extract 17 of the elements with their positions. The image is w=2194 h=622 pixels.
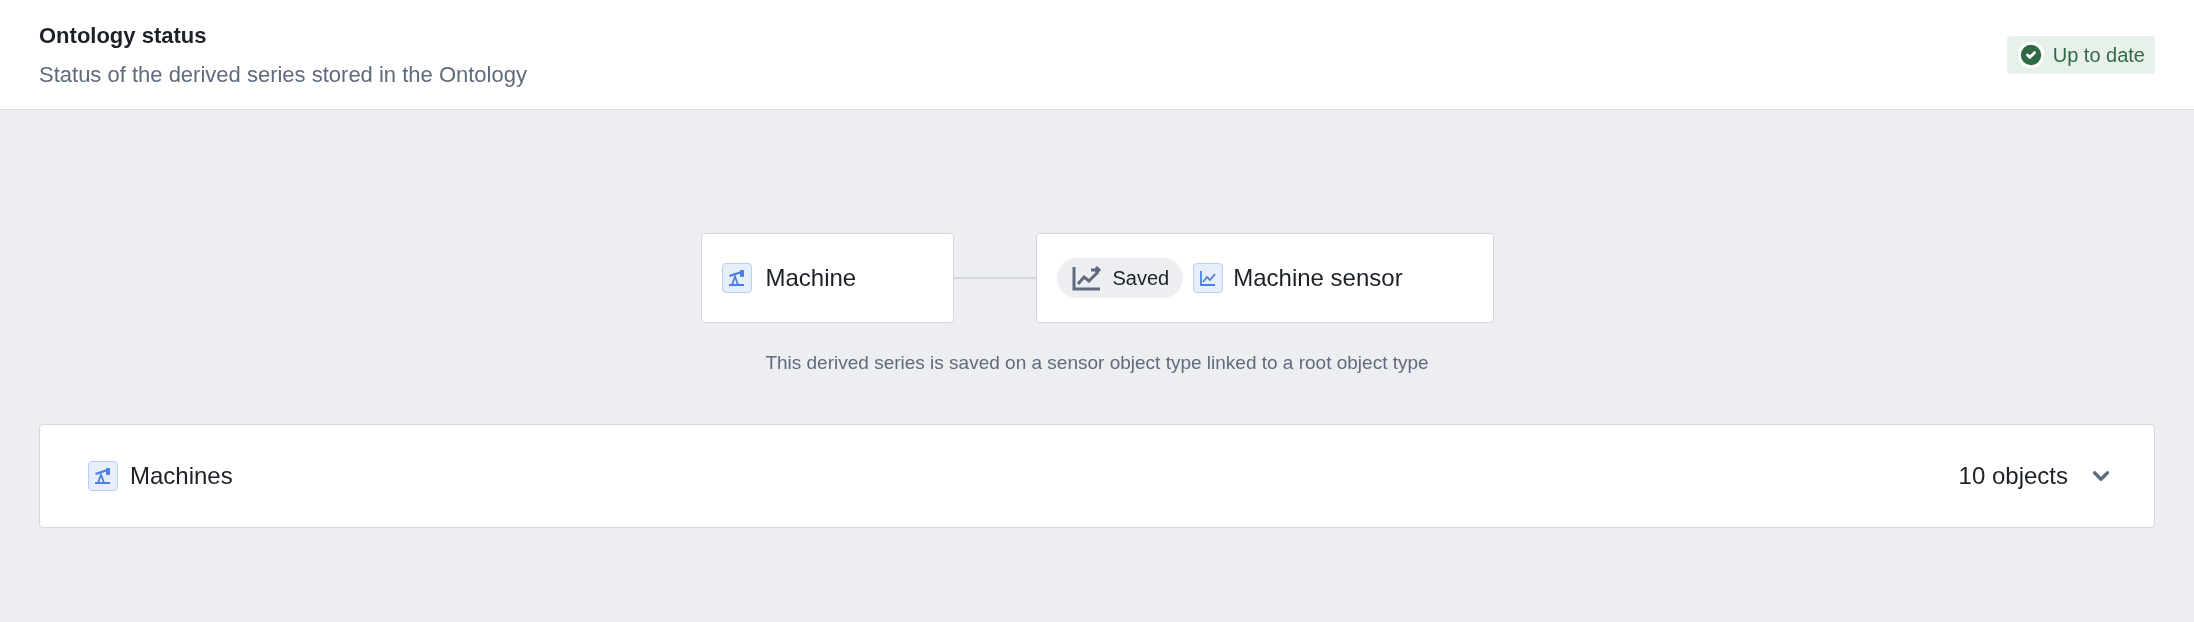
list-title: Machines	[130, 460, 233, 491]
saved-tag: Saved	[1056, 258, 1184, 298]
chart-arrow-icon	[1070, 264, 1103, 292]
pumpjack-icon	[88, 460, 118, 491]
diagram-caption: This derived series is saved on a sensor object type linked to a root object type	[765, 351, 1429, 375]
object-node[interactable]: Machine	[700, 233, 954, 323]
page-subtitle: Status of the derived series stored in the Ontology	[39, 60, 527, 89]
object-node[interactable]: Saved Machine sensor	[1035, 233, 1494, 323]
node-label: Machine	[765, 263, 857, 293]
node-label: Machine sensor	[1233, 263, 1403, 293]
object-list-panel[interactable]: Machines 10 objects	[39, 423, 2155, 528]
line-chart-icon	[1193, 263, 1224, 293]
check-circle-icon	[2016, 40, 2045, 69]
status-badge: Up to date	[2006, 35, 2155, 74]
pumpjack-icon	[721, 263, 752, 293]
object-count: 10 objects	[1958, 460, 2068, 491]
page-title: Ontology status	[39, 21, 208, 50]
